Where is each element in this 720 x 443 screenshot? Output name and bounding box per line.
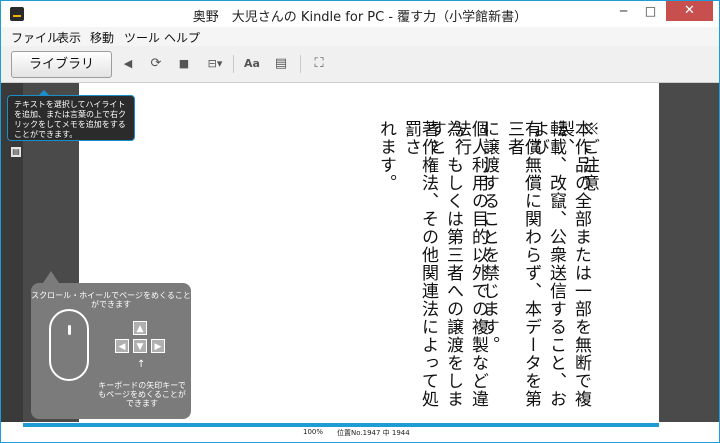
arrow-left-key-icon: ◀ (115, 339, 129, 353)
highlight-tooltip: テキストを選択してハイライトを追加、または言葉の上で右クリックをしてメモを追加を… (7, 90, 135, 141)
close-button[interactable]: ✕ (666, 1, 713, 21)
scroll-tip-text: スクロール・ホイールでページをめくることができます (31, 291, 191, 309)
arrow-up-key-icon: ▲ (133, 321, 147, 335)
toolbar-divider (300, 55, 301, 73)
back-arrow-icon[interactable]: ◀ (120, 56, 136, 72)
fullscreen-icon[interactable]: ⛶ (311, 56, 327, 72)
maximize-button[interactable]: □ (637, 1, 664, 21)
page-gutter-right[interactable] (659, 83, 719, 422)
keyboard-tip-text: キーボードの矢印キーでもページをめくることができます (98, 381, 186, 408)
minimize-button[interactable]: ─ (610, 1, 637, 21)
page-text-column: 有償無償に関わらず、本データを第三者 (504, 120, 541, 408)
status-bar: 100% 位置No.1947 中 1944 (1, 422, 719, 442)
menu-file[interactable]: ファイル (11, 29, 59, 46)
status-location: 位置No.1947 中 1944 (337, 429, 410, 437)
sync-icon[interactable]: ⟳ (148, 56, 164, 72)
view-mode-icon[interactable]: ▤ (273, 56, 289, 72)
pointer-arrow-icon: ↑ (137, 359, 146, 370)
navigation-tooltip: スクロール・ホイールでページをめくることができます ▲ ◀ ▼ ▶ ↑ キーボー… (31, 271, 191, 419)
goto-icon[interactable]: ⊟▾ (204, 56, 226, 72)
page-text-column: れます。 (376, 120, 396, 192)
library-button[interactable]: ライブラリ (11, 51, 112, 78)
toolbar: ライブラリ ◀ ⟳ ■ ⊟▾ Aa ▤ ⛶ (1, 46, 719, 83)
title-bar: 奥野 大児さんの Kindle for PC - 覆す力（小学館新書） ─ □ … (1, 1, 719, 27)
note-icon[interactable]: ▤ (11, 147, 21, 157)
page-text-column: 著作権法、その他関連法によって処罰さ (401, 120, 438, 408)
arrow-right-key-icon: ▶ (151, 339, 165, 353)
font-size-icon[interactable]: Aa (244, 56, 260, 72)
arrow-down-key-icon: ▼ (133, 339, 147, 353)
kindle-window: 奥野 大児さんの Kindle for PC - 覆す力（小学館新書） ─ □ … (0, 0, 720, 443)
menu-tools[interactable]: ツール (124, 29, 160, 46)
reading-progress-bar[interactable] (23, 423, 659, 427)
menu-bar: ファイル 表示 移動 ツール ヘルプ (1, 27, 719, 46)
menu-help[interactable]: ヘルプ (164, 29, 200, 46)
toolbar-divider (233, 55, 234, 73)
bookmark-icon[interactable]: ■ (176, 56, 192, 72)
mouse-icon (49, 309, 89, 381)
menu-view[interactable]: 表示 (57, 29, 81, 46)
menu-go[interactable]: 移動 (90, 29, 114, 46)
status-percent: 100% (303, 428, 324, 436)
